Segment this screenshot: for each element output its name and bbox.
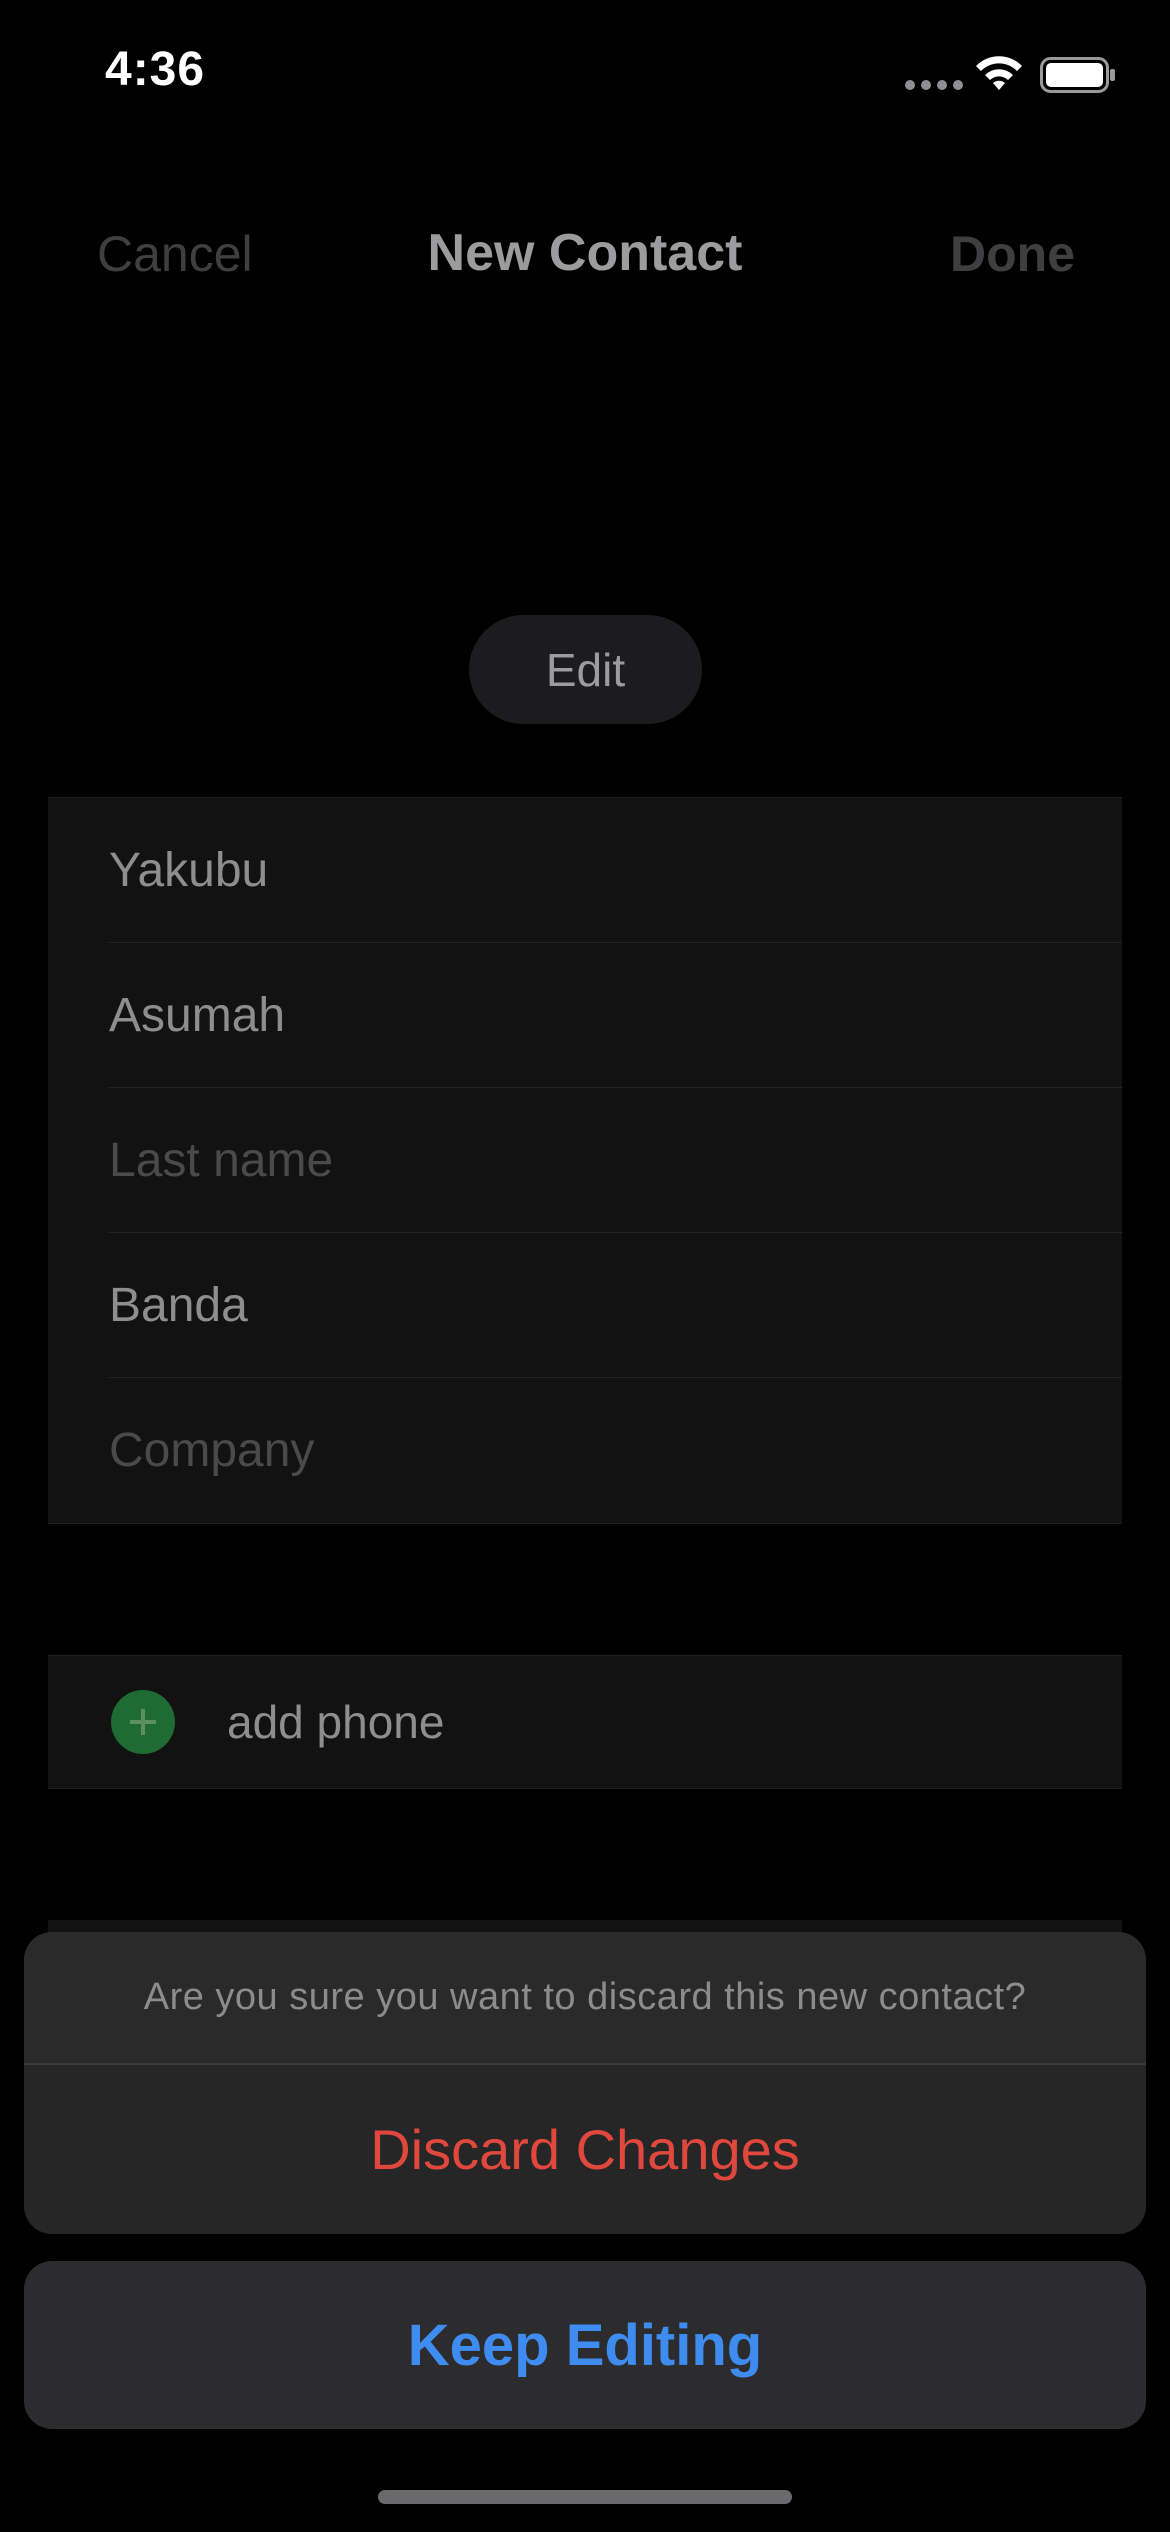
- keep-editing-button[interactable]: Keep Editing: [24, 2261, 1146, 2429]
- first-name-field[interactable]: Yakubu: [48, 798, 1122, 943]
- status-time: 4:36: [105, 43, 206, 96]
- discard-changes-button[interactable]: Discard Changes: [24, 2065, 1146, 2234]
- wifi-icon: [976, 56, 1022, 90]
- nickname-field[interactable]: Banda: [48, 1233, 1122, 1378]
- add-phone-label: add phone: [227, 1696, 445, 1748]
- add-phone-row[interactable]: add phone: [48, 1655, 1122, 1789]
- action-sheet-message: Are you sure you want to discard this ne…: [24, 1932, 1146, 2065]
- edit-photo-button[interactable]: Edit: [469, 615, 702, 724]
- next-field-group: [48, 1920, 1122, 1932]
- battery-icon: [1040, 57, 1115, 93]
- action-sheet: Are you sure you want to discard this ne…: [24, 1932, 1146, 2234]
- done-button[interactable]: Done: [950, 225, 1075, 283]
- company-field[interactable]: Company: [48, 1378, 1122, 1523]
- middle-name-field[interactable]: Asumah: [48, 943, 1122, 1088]
- cellular-signal-icon: [905, 80, 963, 90]
- plus-circle-icon[interactable]: [111, 1690, 175, 1754]
- last-name-field[interactable]: Last name: [48, 1088, 1122, 1233]
- name-fields-group: Yakubu Asumah Last name Banda Company: [48, 797, 1122, 1524]
- home-indicator[interactable]: [378, 2490, 792, 2504]
